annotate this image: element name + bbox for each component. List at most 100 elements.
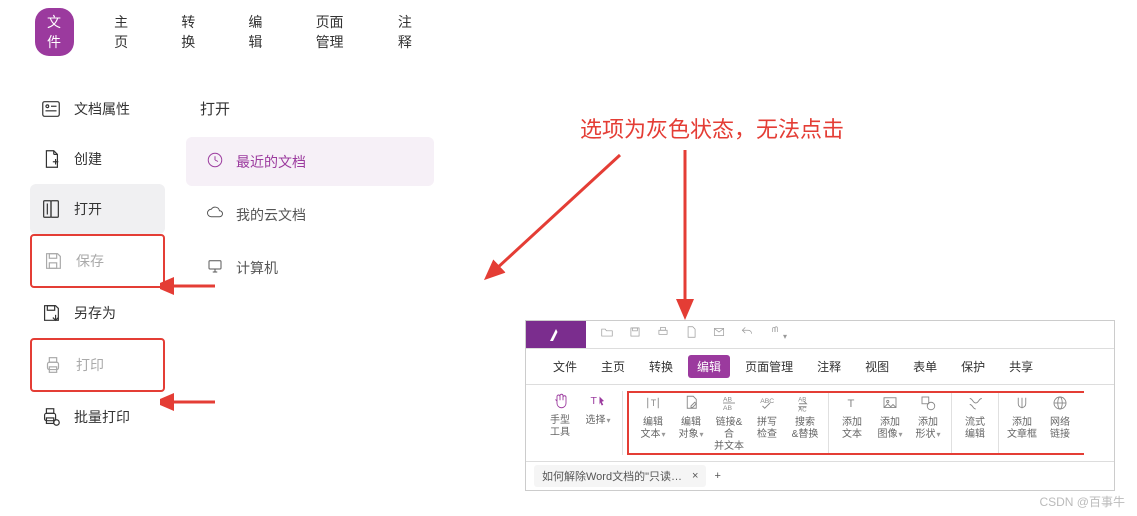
tool-label: 添加形状▾ bbox=[915, 417, 940, 441]
svg-text:AB: AB bbox=[723, 405, 733, 412]
menu-label: 文档属性 bbox=[74, 99, 130, 119]
open-icon bbox=[40, 198, 62, 220]
tool-article[interactable]: 添加文章框 bbox=[1004, 393, 1040, 453]
close-icon[interactable]: × bbox=[692, 470, 698, 482]
tool-label: 拼写检查 bbox=[757, 417, 777, 441]
sub-cloud-docs[interactable]: 我的云文档 bbox=[186, 190, 434, 239]
menu-save-as[interactable]: 另存为 bbox=[30, 288, 165, 338]
article-icon bbox=[1013, 393, 1031, 413]
tab-home[interactable]: 主页 bbox=[102, 8, 141, 56]
tab-convert[interactable]: 转换 bbox=[169, 8, 208, 56]
watermark: CSDN @百事牛 bbox=[1039, 493, 1125, 510]
print-icon bbox=[42, 354, 64, 376]
rtab-protect[interactable]: 保护 bbox=[952, 355, 994, 378]
sub-label: 我的云文档 bbox=[236, 205, 306, 225]
sub-label: 最近的文档 bbox=[236, 152, 306, 172]
tool-label: 流式编辑 bbox=[965, 417, 985, 441]
document-tab[interactable]: 如何解除Word文档的"只读… × bbox=[534, 465, 706, 487]
tool-label: 链接&合并文本 bbox=[711, 417, 747, 453]
rtab-form[interactable]: 表单 bbox=[904, 355, 946, 378]
sub-computer[interactable]: 计算机 bbox=[186, 243, 434, 292]
spell-icon: ABC bbox=[758, 393, 776, 413]
arrow-annotation-down bbox=[665, 145, 705, 320]
create-icon bbox=[40, 148, 62, 170]
menu-open[interactable]: 打开 bbox=[30, 184, 165, 234]
qat-open-icon[interactable] bbox=[600, 325, 614, 344]
select-icon: T bbox=[589, 391, 607, 411]
tool-spell[interactable]: ABC 拼写检查 bbox=[749, 393, 785, 453]
menu-label: 另存为 bbox=[74, 303, 116, 323]
tab-annotate[interactable]: 注释 bbox=[386, 8, 425, 56]
rtab-annotate[interactable]: 注释 bbox=[808, 355, 850, 378]
tool-edit-object[interactable]: 编辑对象▾ bbox=[673, 393, 709, 453]
edit-object-icon bbox=[682, 393, 700, 413]
new-tab-button[interactable]: + bbox=[714, 470, 720, 482]
rtab-view[interactable]: 视图 bbox=[856, 355, 898, 378]
arrow-to-save bbox=[160, 274, 220, 298]
menu-print: 打印 bbox=[32, 340, 163, 390]
menu-save: 保存 bbox=[32, 236, 163, 286]
menu-label: 打印 bbox=[76, 355, 104, 375]
menu-batch-print[interactable]: 批量打印 bbox=[30, 392, 165, 442]
doc-props-icon bbox=[40, 98, 62, 120]
add-text-icon: T bbox=[843, 393, 861, 413]
tool-label: 网络链接 bbox=[1050, 417, 1070, 441]
tool-add-image[interactable]: 添加图像▾ bbox=[872, 393, 908, 453]
tool-flow-edit[interactable]: 流式编辑 bbox=[957, 393, 993, 453]
hand-icon bbox=[551, 391, 569, 411]
qat-hand-icon[interactable]: ▾ bbox=[768, 325, 787, 344]
tab-page-manage[interactable]: 页面管理 bbox=[304, 8, 358, 56]
batch-print-icon bbox=[40, 406, 62, 428]
annotation-text: 选项为灰色状态，无法点击 bbox=[580, 112, 844, 144]
clock-icon bbox=[206, 151, 224, 172]
menu-label: 创建 bbox=[74, 149, 102, 169]
tool-label: 编辑文本▾ bbox=[640, 417, 665, 441]
tool-label: 手型工具 bbox=[550, 415, 570, 439]
add-image-icon bbox=[881, 393, 899, 413]
svg-text:T: T bbox=[591, 395, 598, 407]
svg-text:AC: AC bbox=[798, 407, 807, 412]
rtab-home[interactable]: 主页 bbox=[592, 355, 634, 378]
rtab-share[interactable]: 共享 bbox=[1000, 355, 1042, 378]
web-link-icon bbox=[1051, 393, 1069, 413]
qat-undo-icon[interactable] bbox=[740, 325, 754, 344]
flow-edit-icon bbox=[966, 393, 984, 413]
arrow-annotation-left bbox=[480, 145, 640, 285]
sub-recent-docs[interactable]: 最近的文档 bbox=[186, 137, 434, 186]
rtab-edit[interactable]: 编辑 bbox=[688, 355, 730, 378]
svg-text:AB: AB bbox=[723, 397, 733, 404]
rtab-convert[interactable]: 转换 bbox=[640, 355, 682, 378]
tab-edit[interactable]: 编辑 bbox=[236, 8, 275, 56]
ribbon-tabs: 文件 主页 转换 编辑 页面管理 注释 视图 表单 保护 共享 bbox=[526, 349, 1114, 385]
highlight-box-print: 打印 bbox=[30, 338, 165, 392]
qat-mail-icon[interactable] bbox=[712, 325, 726, 344]
tool-edit-text[interactable]: T 编辑文本▾ bbox=[635, 393, 671, 453]
tool-label: 添加图像▾ bbox=[877, 417, 902, 441]
rtab-page[interactable]: 页面管理 bbox=[736, 355, 802, 378]
tool-add-text[interactable]: T添加文本 bbox=[834, 393, 870, 453]
highlight-box-save: 保存 bbox=[30, 234, 165, 288]
qat-doc-icon[interactable] bbox=[684, 325, 698, 344]
tool-web-link[interactable]: 网络链接 bbox=[1042, 393, 1078, 453]
tool-label: 选择▾ bbox=[585, 415, 610, 427]
tool-hand[interactable]: 手型工具 bbox=[542, 391, 578, 455]
qat-save-icon[interactable] bbox=[628, 325, 642, 344]
rtab-file[interactable]: 文件 bbox=[544, 355, 586, 378]
menu-label: 批量打印 bbox=[74, 407, 130, 427]
tool-find-replace[interactable]: ABAC搜索&替换 bbox=[787, 393, 823, 453]
tool-link-merge[interactable]: ABAB 链接&合并文本 bbox=[711, 393, 747, 453]
tab-file[interactable]: 文件 bbox=[35, 8, 74, 56]
qat-print-icon[interactable] bbox=[656, 325, 670, 344]
save-as-icon bbox=[40, 302, 62, 324]
doc-tab-title: 如何解除Word文档的"只读… bbox=[542, 468, 682, 484]
link-merge-icon: ABAB bbox=[720, 393, 738, 413]
tool-select[interactable]: T 选择▾ bbox=[580, 391, 616, 455]
tool-label: 编辑对象▾ bbox=[678, 417, 703, 441]
menu-create[interactable]: 创建 bbox=[30, 134, 165, 184]
menu-label: 打开 bbox=[74, 199, 102, 219]
menu-doc-props[interactable]: 文档属性 bbox=[30, 84, 165, 134]
svg-text:T: T bbox=[651, 398, 657, 408]
menu-label: 保存 bbox=[76, 251, 104, 271]
tool-add-shape[interactable]: 添加形状▾ bbox=[910, 393, 946, 453]
sub-label: 计算机 bbox=[236, 258, 278, 278]
